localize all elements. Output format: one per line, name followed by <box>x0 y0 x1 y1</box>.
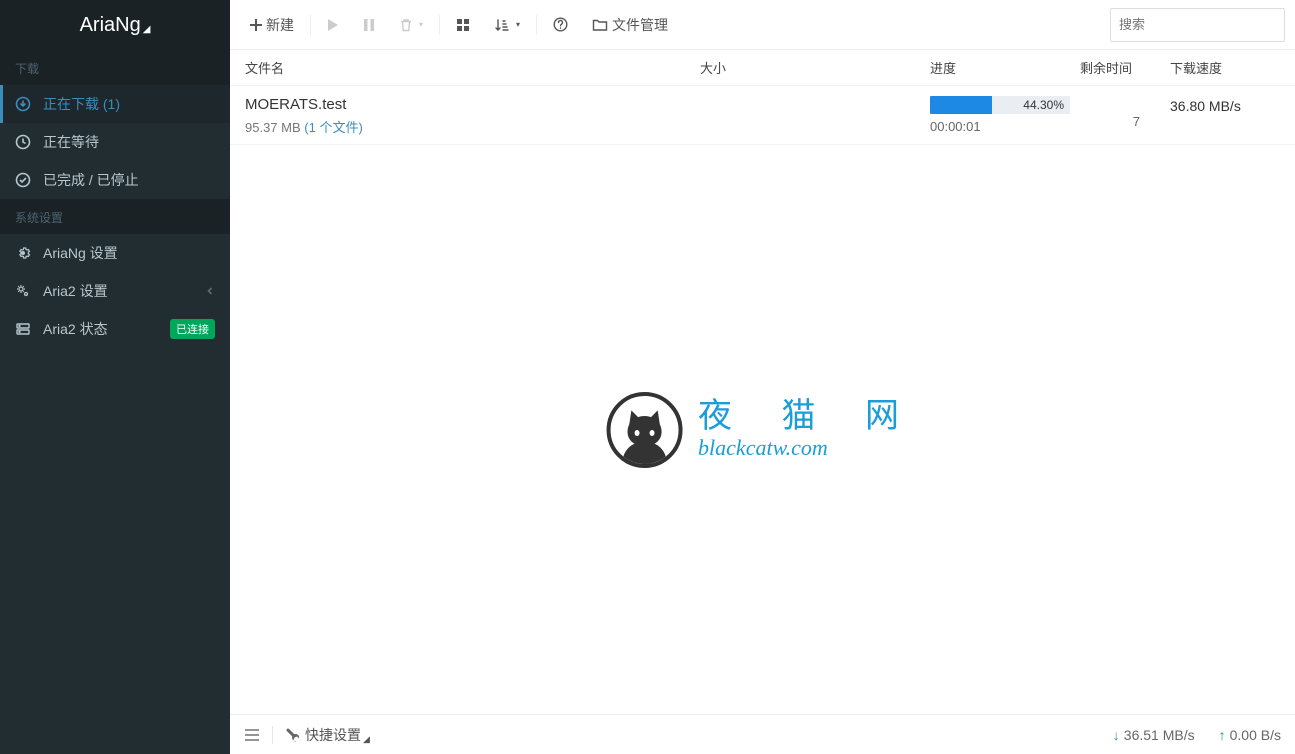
sidebar-item-label: 正在等待 <box>43 132 99 152</box>
task-row[interactable]: MOERATS.test 95.37 MB (1 个文件) 44.30% 00:… <box>230 86 1295 145</box>
start-button[interactable] <box>317 0 353 50</box>
table-header: 文件名 大小 进度 剩余时间 下载速度 <box>230 50 1295 86</box>
caret-down-icon: ▾ <box>516 20 520 29</box>
search-input[interactable] <box>1119 17 1295 32</box>
grid-icon <box>456 18 470 32</box>
task-size: 95.37 MB <box>245 120 301 135</box>
upload-speed-value: 0.00 B/s <box>1230 727 1281 743</box>
task-name-cell: MOERATS.test 95.37 MB (1 个文件) <box>245 96 700 136</box>
column-size[interactable]: 大小 <box>700 58 930 77</box>
download-speed-value: 36.51 MB/s <box>1124 727 1195 743</box>
gear-icon <box>15 245 35 261</box>
new-task-label: 新建 <box>266 15 294 35</box>
main-content: 新建 ▾ ▾ <box>230 0 1295 754</box>
play-icon <box>327 18 339 32</box>
sidebar-item-ariang-settings[interactable]: AriaNg 设置 <box>0 234 230 272</box>
trash-icon <box>399 18 413 32</box>
file-manager-button[interactable]: 文件管理 <box>582 0 678 50</box>
progress-bar-fill <box>930 96 992 114</box>
task-remaining: 7 <box>1080 96 1150 129</box>
column-filename[interactable]: 文件名 <box>245 58 700 77</box>
watermark-cn: 夜 猫 网 <box>698 398 919 435</box>
toolbar-separator <box>439 15 440 35</box>
column-remaining[interactable]: 剩余时间 <box>1080 58 1150 77</box>
task-filename: MOERATS.test <box>245 96 700 113</box>
quick-settings-button[interactable]: 快捷设置◢ <box>305 725 370 745</box>
folder-icon <box>592 18 608 32</box>
plus-icon <box>250 19 262 31</box>
connected-badge: 已连接 <box>170 319 215 339</box>
sidebar-item-aria2-status[interactable]: Aria2 状态 已连接 <box>0 310 230 348</box>
arrow-up-icon: ↑ <box>1219 727 1226 743</box>
server-icon <box>15 321 35 337</box>
chevron-left-icon <box>205 286 215 296</box>
delete-button[interactable]: ▾ <box>389 0 433 50</box>
progress-bar: 44.30% <box>930 96 1070 114</box>
menu-toggle-button[interactable] <box>244 728 260 742</box>
footer-separator <box>272 726 273 744</box>
help-button[interactable] <box>543 0 582 50</box>
sidebar-item-label: Aria2 设置 <box>43 281 108 301</box>
task-speed: 36.80 MB/s <box>1150 96 1280 114</box>
sidebar-item-aria2-settings[interactable]: Aria2 设置 <box>0 272 230 310</box>
file-manager-label: 文件管理 <box>612 15 668 35</box>
watermark-en: blackcatw.com <box>698 435 919 461</box>
new-task-button[interactable]: 新建 <box>240 0 304 50</box>
task-meta: 95.37 MB (1 个文件) <box>245 117 700 136</box>
sidebar-item-waiting[interactable]: 正在等待 <box>0 123 230 161</box>
footer: 快捷设置◢ ↓36.51 MB/s ↑0.00 B/s <box>230 714 1295 754</box>
app-title[interactable]: AriaNg◢ <box>0 0 230 50</box>
caret-down-icon: ▾ <box>419 20 423 29</box>
caret-down-icon: ◢ <box>143 24 151 35</box>
sidebar: AriaNg◢ 下载 正在下载 (1) 正在等待 已完成 / 已停止 系统设置 <box>0 0 230 754</box>
arrow-down-icon: ↓ <box>1113 727 1120 743</box>
sidebar-section-system: 系统设置 <box>0 199 230 234</box>
view-grid-button[interactable] <box>446 0 484 50</box>
task-progress-cell: 44.30% 00:00:01 <box>930 96 1080 134</box>
progress-percent: 44.30% <box>1023 96 1064 114</box>
sidebar-item-label: 已完成 / 已停止 <box>43 170 139 190</box>
sidebar-item-label: Aria2 状态 <box>43 319 108 339</box>
download-icon <box>15 96 35 112</box>
toolbar: 新建 ▾ ▾ <box>230 0 1295 50</box>
sort-button[interactable]: ▾ <box>484 0 530 50</box>
watermark: 夜 猫 网 blackcatw.com <box>606 392 919 468</box>
content-area: 夜 猫 网 blackcatw.com <box>230 145 1295 714</box>
sidebar-item-label: AriaNg 设置 <box>43 243 118 263</box>
column-progress[interactable]: 进度 <box>930 58 1080 77</box>
sort-icon <box>494 18 510 32</box>
sidebar-section-downloads: 下载 <box>0 50 230 85</box>
sidebar-item-downloading[interactable]: 正在下载 (1) <box>0 85 230 123</box>
gears-icon <box>15 283 35 299</box>
toolbar-separator <box>310 15 311 35</box>
pause-button[interactable] <box>353 0 389 50</box>
task-file-count[interactable]: (1 个文件) <box>304 120 363 135</box>
search-box[interactable] <box>1110 8 1285 42</box>
sidebar-item-finished[interactable]: 已完成 / 已停止 <box>0 161 230 199</box>
quick-settings-label: 快捷设置 <box>305 727 361 743</box>
app-title-text: AriaNg <box>80 14 141 37</box>
watermark-logo-icon <box>606 392 682 468</box>
task-elapsed: 00:00:01 <box>930 119 1080 134</box>
toolbar-separator <box>536 15 537 35</box>
check-circle-icon <box>15 172 35 188</box>
help-icon <box>553 17 568 32</box>
column-speed[interactable]: 下载速度 <box>1150 58 1280 77</box>
wrench-icon <box>285 728 299 742</box>
pause-icon <box>363 18 375 32</box>
sidebar-item-label: 正在下载 (1) <box>43 94 120 114</box>
caret-down-icon: ◢ <box>363 734 370 744</box>
footer-download-speed: ↓36.51 MB/s <box>1113 727 1195 743</box>
footer-upload-speed: ↑0.00 B/s <box>1219 727 1281 743</box>
clock-icon <box>15 134 35 150</box>
